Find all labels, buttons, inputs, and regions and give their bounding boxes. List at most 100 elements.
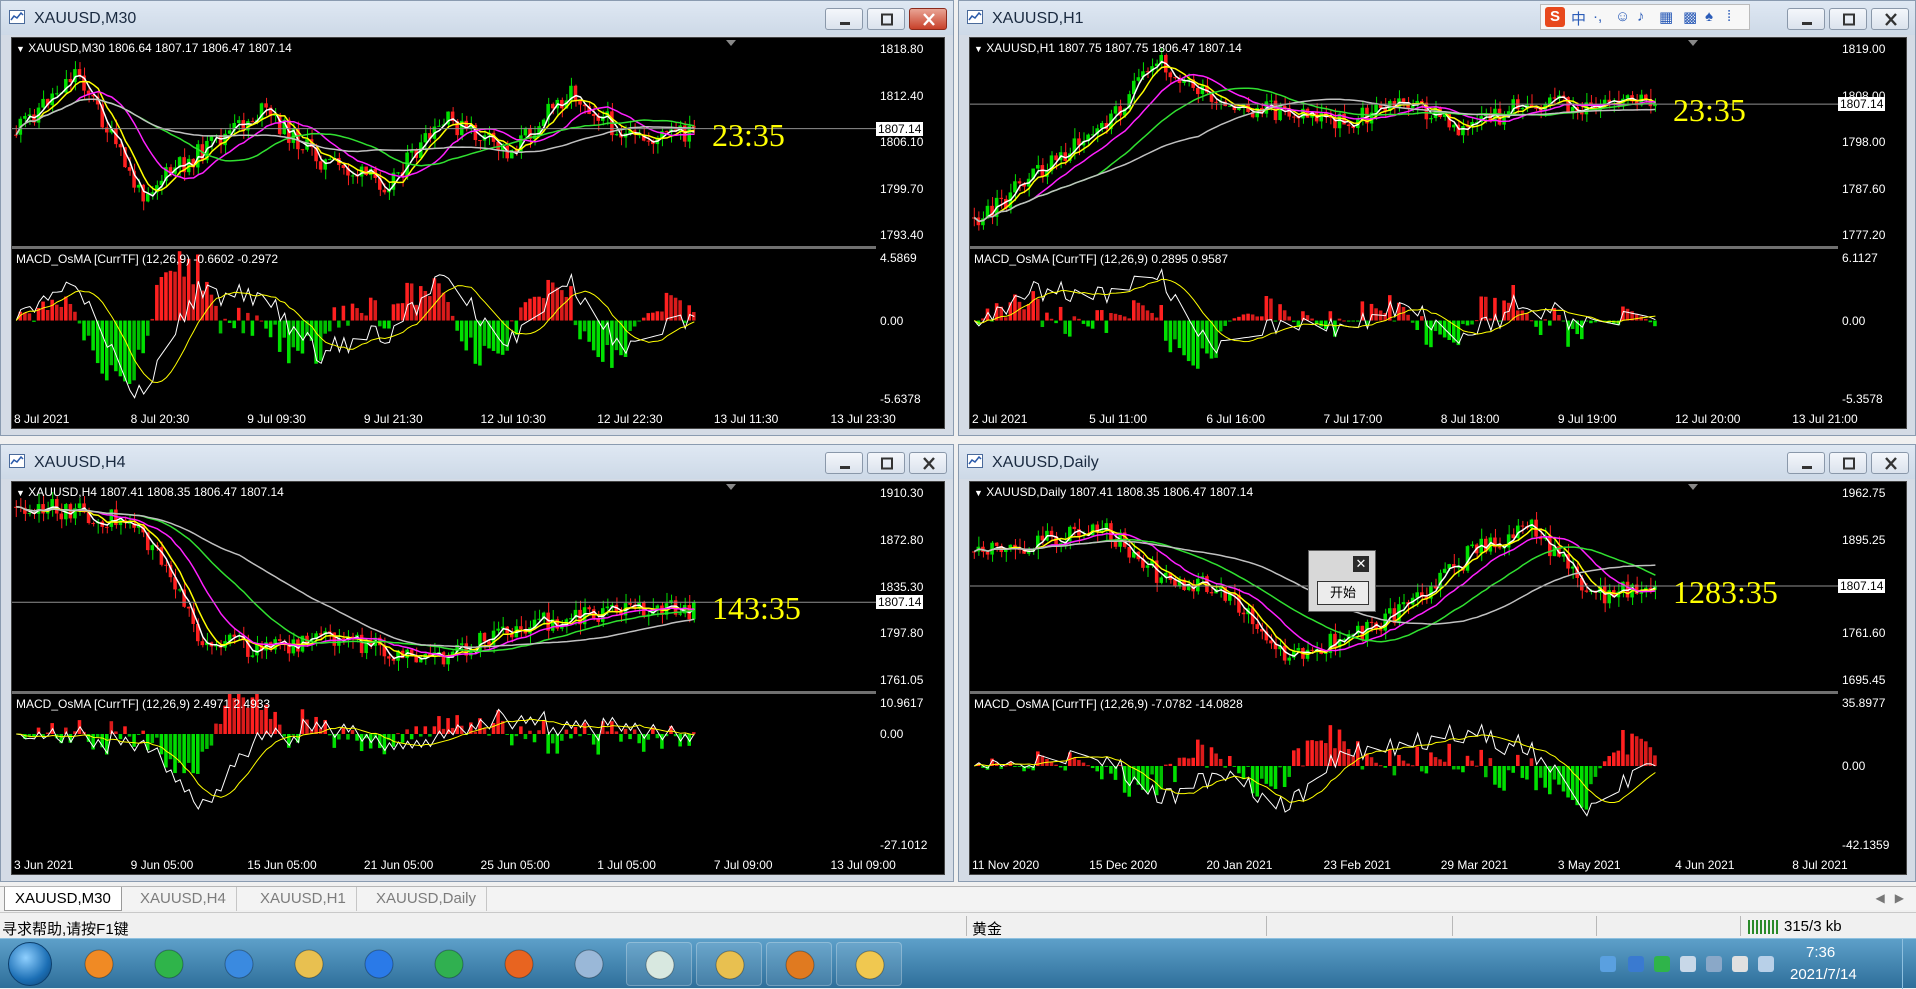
time-axis-label: 7 Jul 17:00 — [1323, 412, 1383, 426]
macd-osma-pane[interactable]: MACD_OsMA [CurrTF] (12,26,9) 0.2895 0.95… — [970, 249, 1906, 408]
taskbar-app-button[interactable] — [626, 942, 692, 986]
taskbar-app-button[interactable] — [416, 942, 482, 986]
maps-app-icon — [294, 949, 324, 979]
window-title-bar[interactable]: XAUUSD,H1 — [959, 1, 1915, 35]
candle-body — [560, 99, 564, 109]
macd-osma-pane[interactable]: MACD_OsMA [CurrTF] (12,26,9) -7.0782 -14… — [970, 694, 1906, 854]
close-button[interactable] — [909, 452, 947, 474]
taskbar-app-button[interactable] — [486, 942, 552, 986]
taskbar-app-button[interactable] — [346, 942, 412, 986]
note-app-icon — [224, 949, 254, 979]
time-axis-label: 12 Jul 22:30 — [597, 412, 663, 426]
taskbar-app-button[interactable] — [276, 942, 342, 986]
minimize-button[interactable] — [825, 452, 863, 474]
price-pane[interactable]: ▼ XAUUSD,M30 1806.64 1807.17 1806.47 180… — [12, 38, 944, 246]
chart-window-h1[interactable]: XAUUSD,H1 ▼ XAUUSD,H1 1807.75 1807.75 180… — [958, 0, 1916, 436]
toolbox-icon[interactable]: ▩ — [1683, 8, 1697, 26]
chart-window-daily[interactable]: XAUUSD,Daily ▼ XAUUSD,Daily 1807.41 1808.… — [958, 444, 1916, 882]
price-axis-label: 1695.45 — [1842, 673, 1886, 687]
close-icon[interactable]: ✕ — [1353, 556, 1369, 572]
osma-bar — [619, 734, 623, 742]
window-title-bar[interactable]: XAUUSD,Daily — [959, 445, 1915, 479]
clock-time[interactable]: 7:36 — [1806, 944, 1835, 961]
close-button[interactable] — [1871, 8, 1909, 30]
shield-icon[interactable] — [1628, 956, 1644, 972]
taskbar-app-button[interactable] — [206, 942, 272, 986]
shift-marker-icon[interactable] — [726, 40, 736, 46]
window-title-bar[interactable]: XAUUSD,H4 — [1, 445, 953, 479]
chart-area[interactable]: ▼ XAUUSD,H4 1807.41 1808.35 1806.47 1807… — [11, 481, 945, 875]
osma-bar — [1465, 755, 1470, 766]
start-button[interactable]: 开始 — [1317, 581, 1369, 605]
network-icon[interactable] — [1680, 956, 1696, 972]
osma-bar — [387, 320, 391, 329]
minimize-button[interactable] — [1787, 452, 1825, 474]
taskbar-app-button[interactable] — [766, 942, 832, 986]
chart-window-m30[interactable]: XAUUSD,M30 ▼ XAUUSD,M30 1806.64 1807.17 1… — [0, 0, 954, 436]
candle-body — [628, 603, 632, 605]
taskbar-app-button[interactable] — [836, 942, 902, 986]
keyboard-icon[interactable]: ▦ — [1659, 8, 1673, 26]
close-button[interactable] — [909, 8, 947, 30]
shift-marker-icon[interactable] — [1688, 40, 1698, 46]
settings-grid-icon[interactable]: ⁞ — [1727, 8, 1731, 25]
window-title-bar[interactable]: XAUUSD,M30 — [1, 1, 953, 35]
emoji-icon[interactable]: ☺ — [1615, 8, 1630, 25]
shift-marker-icon[interactable] — [1688, 484, 1698, 490]
signal-icon[interactable] — [1758, 956, 1774, 972]
osma-bar — [1063, 766, 1068, 771]
wechat-tray-icon[interactable] — [1654, 956, 1670, 972]
price-pane[interactable]: ▼ XAUUSD,H1 1807.75 1807.75 1806.47 1807… — [970, 38, 1906, 246]
tab-xauusd-m30[interactable]: XAUUSD,M30 — [4, 887, 122, 911]
display-icon[interactable] — [1706, 956, 1722, 972]
minimize-button[interactable] — [1787, 8, 1825, 30]
osma-bar — [359, 734, 364, 752]
ime-toolbar[interactable]: S 中 ·, ☺ ♪ ▦ ▩ ♠ ⁞ — [1540, 4, 1750, 30]
chart-area[interactable]: ▼ XAUUSD,H1 1807.75 1807.75 1806.47 1807… — [969, 37, 1907, 429]
tab-xauusd-h4[interactable]: XAUUSD,H4 — [130, 887, 237, 911]
collapse-arrow-icon[interactable]: ▼ — [974, 44, 983, 54]
taskbar-app-button[interactable] — [66, 942, 132, 986]
price-pane[interactable]: ▼ XAUUSD,Daily 1807.41 1808.35 1806.47 1… — [970, 482, 1906, 691]
tab-xauusd-h1[interactable]: XAUUSD,H1 — [250, 887, 357, 911]
macd-osma-pane[interactable]: MACD_OsMA [CurrTF] (12,26,9) -0.6602 -0.… — [12, 249, 944, 408]
taskbar-app-button[interactable] — [136, 942, 202, 986]
chart-window-h4[interactable]: XAUUSD,H4 ▼ XAUUSD,H4 1807.41 1808.35 180… — [0, 444, 954, 882]
candle-body — [300, 149, 305, 151]
price-pane[interactable]: ▼ XAUUSD,H4 1807.41 1808.35 1806.47 1807… — [12, 482, 944, 691]
collapse-arrow-icon[interactable]: ▼ — [16, 44, 25, 54]
punctuation-icon[interactable]: ·, — [1593, 8, 1602, 25]
chart-area[interactable]: ▼ XAUUSD,M30 1806.64 1807.17 1806.47 180… — [11, 37, 945, 429]
osma-bar — [605, 731, 610, 734]
skin-icon[interactable]: ♠ — [1705, 8, 1713, 25]
tab-scroll-arrows[interactable]: ◀ ▶ — [1876, 891, 1904, 905]
maximize-button[interactable] — [1829, 8, 1867, 30]
show-desktop-button[interactable] — [1902, 939, 1916, 989]
microphone-icon[interactable]: ♪ — [1637, 8, 1645, 25]
taskbar-app-button[interactable] — [556, 942, 622, 986]
minimize-button[interactable] — [825, 8, 863, 30]
ime-mode-label[interactable]: 中 — [1571, 8, 1586, 29]
collapse-arrow-icon[interactable]: ▼ — [16, 488, 25, 498]
candle-body — [1159, 577, 1164, 583]
chart-area[interactable]: ▼ XAUUSD,Daily 1807.41 1808.35 1806.47 1… — [969, 481, 1907, 875]
volume-icon[interactable] — [1732, 956, 1748, 972]
taskbar-app-button[interactable] — [696, 942, 762, 986]
collapse-arrow-icon[interactable]: ▼ — [974, 488, 983, 498]
status-separator — [1596, 916, 1597, 936]
close-button[interactable] — [1871, 452, 1909, 474]
osma-bar — [990, 320, 994, 322]
sogou-ime-icon[interactable]: S — [1545, 7, 1565, 27]
osma-bar — [150, 734, 155, 744]
osma-bar — [1049, 318, 1054, 321]
macd-osma-pane[interactable]: MACD_OsMA [CurrTF] (12,26,9) 2.4971 2.49… — [12, 694, 944, 854]
tab-xauusd-daily[interactable]: XAUUSD,Daily — [366, 887, 488, 911]
symbol-info: ▼ XAUUSD,M30 1806.64 1807.17 1806.47 180… — [16, 41, 292, 55]
start-orb-icon[interactable] — [8, 942, 52, 986]
maximize-button[interactable] — [867, 452, 905, 474]
shift-marker-icon[interactable] — [726, 484, 736, 490]
maximize-button[interactable] — [1829, 452, 1867, 474]
usb-icon[interactable] — [1600, 956, 1616, 972]
clock-date[interactable]: 2021/7/14 — [1790, 966, 1857, 983]
maximize-button[interactable] — [867, 8, 905, 30]
